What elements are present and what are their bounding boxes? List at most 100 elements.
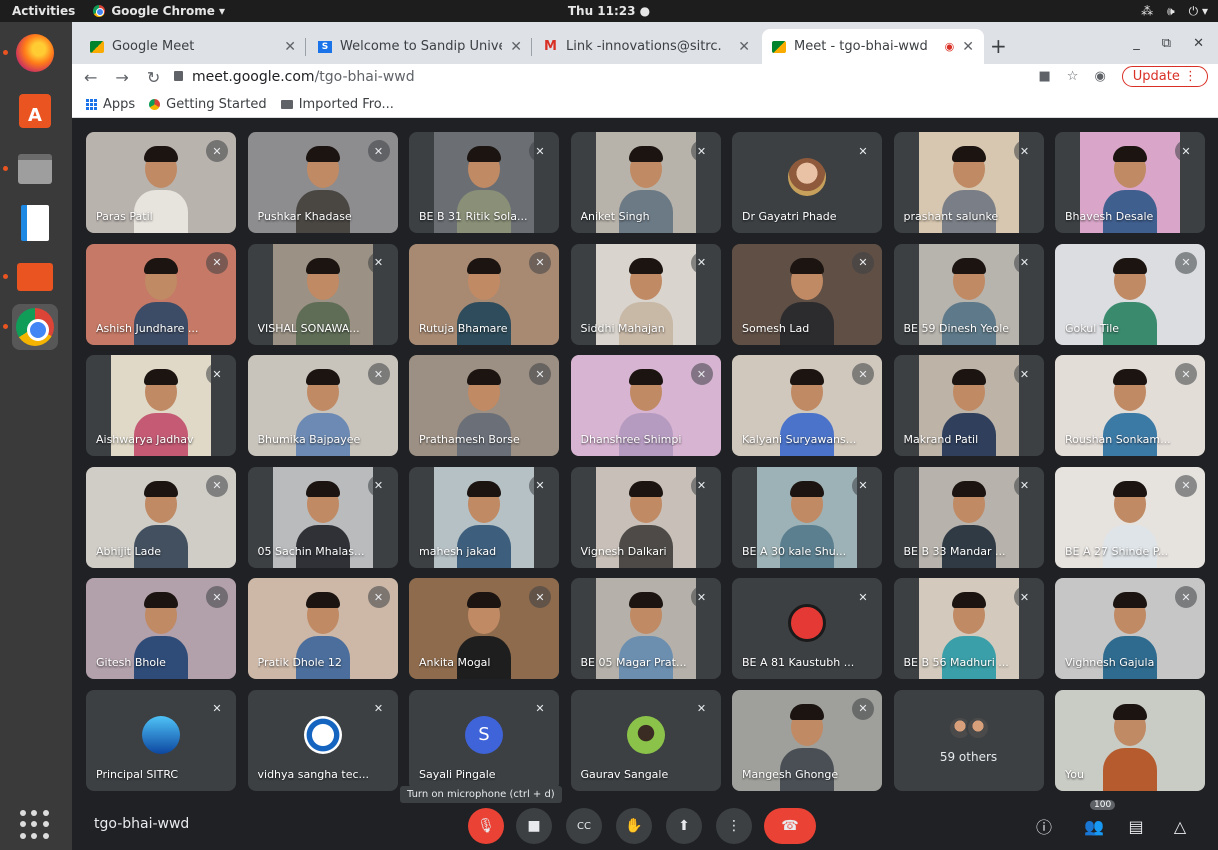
person-hair [305, 257, 340, 274]
participant-tile[interactable]: You [1055, 689, 1205, 791]
participants-button[interactable]: 👥 [1076, 808, 1112, 844]
bookmark-imported[interactable]: Imported Fro... [280, 97, 394, 112]
participant-tile[interactable]: ✕ BE 59 Dinesh Yeole [893, 243, 1044, 345]
close-icon[interactable]: ✕ [962, 39, 974, 55]
participant-tile[interactable]: ✕ Bhumika Bajpayee [247, 355, 398, 456]
participant-tile[interactable]: ✕ Vignesh Dalkari [570, 466, 721, 568]
mic-muted-icon: ✕ [529, 586, 551, 608]
participant-tile[interactable]: ✕ Pratik Dhole 12 [247, 578, 398, 679]
camera-button[interactable]: ■ [516, 808, 552, 844]
participant-tile[interactable]: ✕ Makrand Patil [893, 355, 1044, 456]
tab-gmail[interactable]: M Link -innovations@sitrc. ✕ [534, 29, 760, 64]
bookmark-label: Apps [103, 97, 136, 112]
chat-button[interactable]: ▤ [1118, 808, 1154, 844]
participant-tile[interactable]: ✕ Pushkar Khadase [247, 132, 398, 233]
bookmark-getting-started[interactable]: Getting Started [149, 97, 267, 112]
participant-tile[interactable]: ✕ BE A 81 Kaustubh ... [732, 578, 882, 679]
participant-name: Bhavesh Desale [1065, 210, 1154, 223]
participant-tile[interactable]: ✕ VISHAL SONAWA... [247, 243, 398, 345]
participant-tile[interactable]: ✕ Siddhi Mahajan [570, 243, 721, 345]
meeting-details-button[interactable]: ⓘ [1026, 808, 1062, 844]
participant-tile[interactable]: ✕ Kalyani Suryawans... [732, 355, 882, 456]
participant-tile[interactable]: ✕ Gaurav Sangale [570, 689, 721, 791]
leave-call-button[interactable]: ☎ [764, 808, 816, 844]
minimize-icon[interactable]: _ [1133, 36, 1140, 51]
participant-name: BE B 33 Mandar ... [903, 544, 1006, 558]
participant-tile[interactable]: 59 others [893, 689, 1044, 791]
system-tray[interactable]: ⁂ 🕪 ⏻ ▾ [1141, 0, 1208, 22]
close-icon[interactable]: ✕ [284, 39, 296, 55]
participant-tile[interactable]: ✕ Somesh Lad [732, 243, 882, 345]
participant-tile[interactable]: ✕ Roushan Sonkam... [1055, 355, 1205, 456]
person-hair [951, 146, 986, 162]
participant-tile[interactable]: ✕ Prathamesh Borse [409, 355, 559, 456]
microphone-off-button[interactable]: 🎙 [468, 808, 504, 844]
bookmark-star-icon[interactable]: ☆ [1067, 69, 1079, 84]
dock-software[interactable]: A [12, 88, 58, 134]
app-menu[interactable]: Google Chrome ▾ [93, 4, 225, 18]
dock-chrome[interactable] [3, 304, 58, 350]
participant-tile[interactable]: ✕ BE B 33 Mandar ... [893, 466, 1044, 568]
address-bar[interactable]: meet.google.com/tgo-bhai-wwd [192, 69, 415, 85]
activities-button[interactable]: Activities [0, 4, 85, 18]
participant-tile[interactable]: ✕ prashant salunke [893, 132, 1044, 233]
participant-tile[interactable]: ✕ Ankita Mogal [409, 578, 559, 679]
participant-tile[interactable]: ✕ Paras Patil [86, 132, 236, 233]
participant-tile[interactable]: ✕ Ashish Jundhare ... [86, 243, 236, 345]
close-icon[interactable]: ✕ [510, 39, 522, 55]
participant-tile[interactable]: ✕ BE A 30 kale Shu... [732, 466, 882, 568]
participant-tile[interactable]: ✕ BE A 27 Shinde P... [1055, 466, 1205, 568]
participant-tile[interactable]: ✕ Gitesh Bhole [86, 578, 236, 679]
close-icon[interactable]: ✕ [738, 39, 750, 55]
participant-tile[interactable]: ✕ Dr Gayatri Phade [732, 132, 882, 233]
participant-tile[interactable]: ✕ Aishwarya Jadhav [86, 355, 236, 456]
dock-folder[interactable] [3, 254, 58, 300]
participant-name: Sayali Pingale [419, 767, 496, 781]
mic-muted-icon: ✕ [1175, 586, 1197, 608]
participant-name: Pratik Dhole 12 [257, 656, 342, 669]
back-icon[interactable]: ← [84, 68, 97, 87]
close-window-icon[interactable]: ✕ [1193, 36, 1204, 51]
camera-in-use-icon[interactable]: ■ [1038, 69, 1050, 84]
participant-tile[interactable]: ✕ mahesh jakad [409, 466, 559, 568]
participant-tile[interactable]: ✕ Aniket Singh [570, 132, 721, 233]
activities-panel-button[interactable]: △ [1162, 808, 1198, 844]
mic-muted-icon: ✕ [690, 697, 713, 720]
new-tab-button[interactable]: + [990, 34, 1007, 58]
bookmark-apps[interactable]: Apps [86, 97, 135, 112]
tab-sandip-university[interactable]: S Welcome to Sandip Unive ✕ [308, 29, 532, 64]
dock-files[interactable] [3, 146, 58, 192]
lock-icon[interactable] [174, 71, 183, 81]
participant-tile[interactable]: ✕ BE B 56 Madhuri ... [893, 578, 1044, 679]
participant-tile[interactable]: ✕ Mangesh Ghonge [732, 689, 882, 791]
participant-tile[interactable]: S ✕ Sayali Pingale [409, 689, 559, 791]
participant-tile[interactable]: ✕ Principal SITRC [86, 689, 236, 791]
raise-hand-button[interactable]: ✋ [616, 808, 652, 844]
profile-icon[interactable]: ◉ [1094, 69, 1105, 84]
forward-icon[interactable]: → [115, 68, 128, 87]
dock-firefox[interactable] [3, 30, 58, 76]
tab-google-meet[interactable]: Google Meet ✕ [80, 29, 306, 64]
show-applications-icon[interactable] [20, 810, 50, 840]
participant-tile[interactable]: ✕ Vighnesh Gajula [1055, 578, 1205, 679]
dock-writer[interactable] [12, 200, 58, 246]
participant-tile[interactable]: ✕ Bhavesh Desale [1055, 132, 1205, 233]
reload-icon[interactable]: ↻ [147, 68, 160, 87]
participant-tile[interactable]: ✕ Rutuja Bhamare [409, 243, 559, 345]
participant-tile[interactable]: ✕ Gokul Tile [1055, 243, 1205, 345]
present-button[interactable]: ⬆ [666, 808, 702, 844]
participant-tile[interactable]: ✕ Dhanshree Shimpi [570, 355, 721, 456]
maximize-icon[interactable]: ⧉ [1162, 36, 1171, 51]
captions-button[interactable]: CC [566, 808, 602, 844]
participant-tile[interactable]: ✕ Abhijit Lade [86, 466, 236, 568]
participant-tile[interactable]: ✕ BE 05 Magar Prat... [570, 578, 721, 679]
tab-meet-active[interactable]: Meet - tgo-bhai-wwd ◉ ✕ [762, 29, 984, 64]
person-hair [628, 257, 663, 274]
participant-tile[interactable]: ✕ vidhya sangha tec... [247, 689, 398, 791]
mic-off-icon: 🎙 [477, 818, 495, 834]
participant-name: Dr Gayatri Phade [742, 210, 837, 223]
update-button[interactable]: Update ⋮ [1121, 66, 1208, 87]
more-options-button[interactable]: ⋮ [716, 808, 752, 844]
participant-tile[interactable]: ✕ 05 Sachin Mhalas... [247, 466, 398, 568]
participant-tile[interactable]: ✕ BE B 31 Ritik Sola... [409, 132, 559, 233]
